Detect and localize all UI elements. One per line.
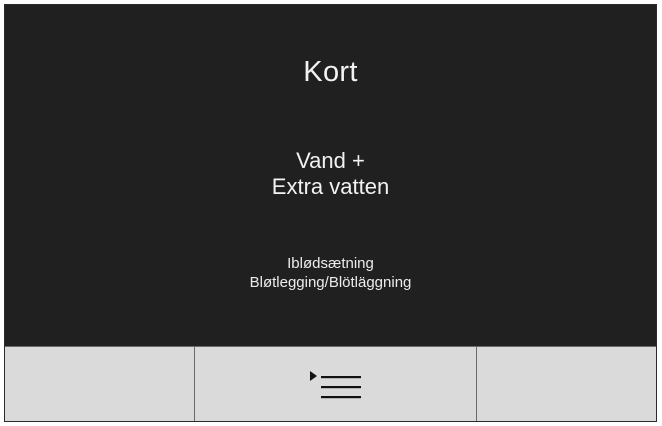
softkey-bar — [5, 346, 656, 421]
appliance-display-frame: Kort Vand + Extra vatten Iblødsætning Bl… — [4, 4, 657, 422]
program-option-line-2: Bløtlegging/Blötläggning — [249, 274, 412, 291]
softkey-right[interactable] — [477, 346, 656, 421]
softkey-menu[interactable] — [194, 346, 477, 421]
display-screen: Kort Vand + Extra vatten Iblødsætning Bl… — [5, 5, 656, 346]
softkey-left[interactable] — [5, 346, 194, 421]
program-name: Vand + Extra vatten — [5, 148, 656, 200]
program-option: Iblødsætning Bløtlegging/Blötläggning — [5, 254, 656, 292]
program-option-line-1: Iblødsætning — [287, 255, 374, 272]
program-name-line-2: Extra vatten — [271, 174, 390, 199]
program-name-line-1: Vand + — [296, 148, 365, 173]
menu-icon — [310, 371, 361, 399]
program-duration-title: Kort — [303, 56, 358, 88]
